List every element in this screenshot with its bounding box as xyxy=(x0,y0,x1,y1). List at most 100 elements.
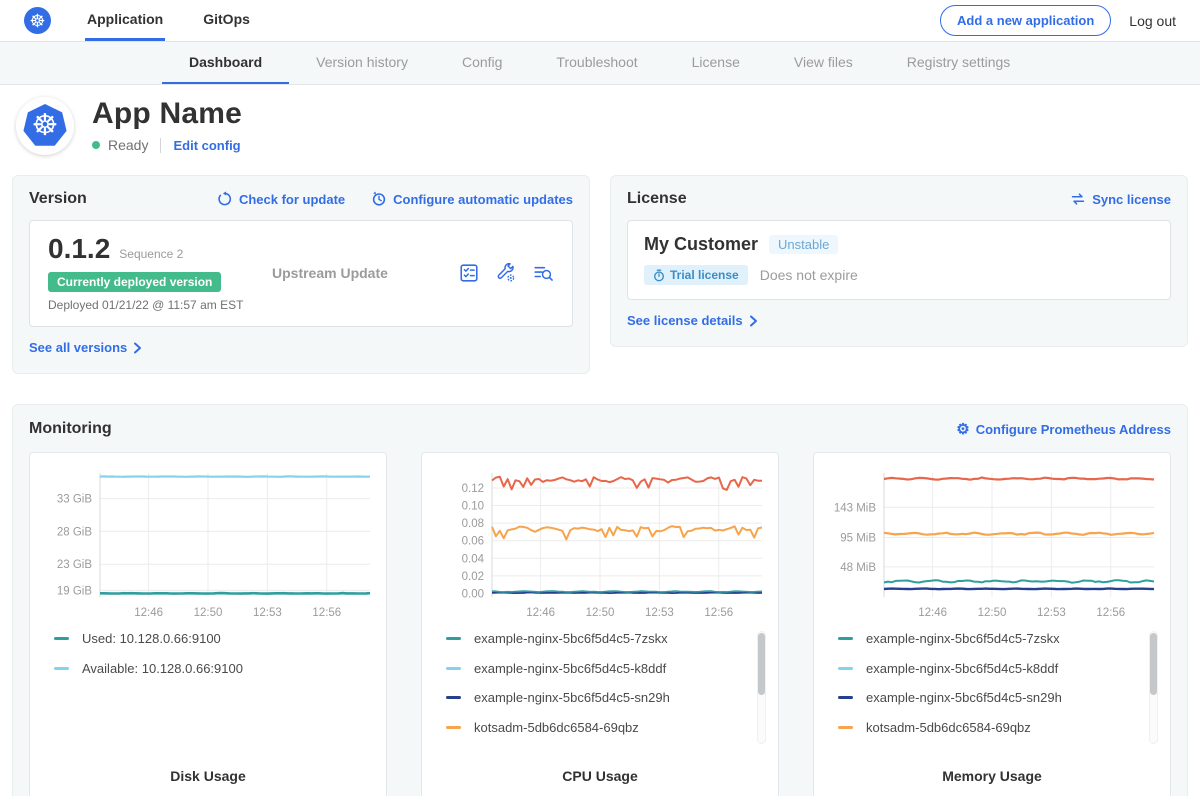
svg-text:12:53: 12:53 xyxy=(1037,607,1066,619)
deploy-logs-icon[interactable] xyxy=(532,262,554,284)
legend-item: Used: 10.128.0.66:9100 xyxy=(54,631,378,646)
version-number: 0.1.2 xyxy=(48,233,110,265)
legend-scrollbar-thumb[interactable] xyxy=(1150,633,1157,695)
sync-license-link[interactable]: Sync license xyxy=(1070,191,1171,207)
legend-item: example-nginx-5bc6f5d4c5-sn29h xyxy=(446,690,770,705)
svg-text:12:53: 12:53 xyxy=(253,607,282,619)
top-navbar: ☸ Application GitOps Add a new applicati… xyxy=(0,0,1200,42)
legend-swatch xyxy=(838,667,853,670)
add-application-button[interactable]: Add a new application xyxy=(940,5,1111,36)
primary-nav: Application GitOps xyxy=(85,0,288,41)
memory-usage-plot[interactable]: 143 MiB95 MiB48 MiB12:4612:5012:5312:56 xyxy=(822,461,1162,629)
tab-config[interactable]: Config xyxy=(435,42,529,84)
check-for-update-link[interactable]: Check for update xyxy=(217,191,345,207)
tab-dashboard[interactable]: Dashboard xyxy=(162,42,289,84)
edit-config-link[interactable]: Edit config xyxy=(173,138,240,153)
legend-item: Available: 10.128.0.66:9100 xyxy=(54,661,378,676)
monitoring-title: Monitoring xyxy=(29,420,112,438)
app-icon: ☸ xyxy=(16,97,74,155)
see-all-versions-link[interactable]: See all versions xyxy=(29,340,142,355)
license-details-card: My Customer Unstable Trial license Does … xyxy=(627,220,1171,300)
svg-text:19 GiB: 19 GiB xyxy=(57,585,92,597)
svg-text:23 GiB: 23 GiB xyxy=(57,559,92,571)
legend-scrollbar[interactable] xyxy=(757,631,766,744)
version-sequence: Sequence 2 xyxy=(119,247,183,261)
config-wrench-icon[interactable] xyxy=(495,262,517,284)
svg-text:12:50: 12:50 xyxy=(978,607,1007,619)
svg-text:0.04: 0.04 xyxy=(462,553,485,565)
tab-registry-settings[interactable]: Registry settings xyxy=(880,42,1037,84)
chart-title: Memory Usage xyxy=(822,768,1162,784)
legend-scrollbar[interactable] xyxy=(1149,631,1158,744)
svg-text:0.08: 0.08 xyxy=(462,518,484,530)
monitoring-panel: Monitoring ⚙ Configure Prometheus Addres… xyxy=(12,404,1188,796)
chart-title: Disk Usage xyxy=(38,768,378,784)
svg-text:12:56: 12:56 xyxy=(704,607,733,619)
configure-automatic-updates-link[interactable]: Configure automatic updates xyxy=(371,191,573,207)
legend-item: example-nginx-5bc6f5d4c5-k8ddf xyxy=(838,661,1162,676)
legend-item: example-nginx-5bc6f5d4c5-7zskx xyxy=(446,631,770,646)
svg-text:95 MiB: 95 MiB xyxy=(840,533,876,545)
svg-text:0.06: 0.06 xyxy=(462,536,484,548)
chart-card-cpu-usage: 0.120.100.080.060.040.020.0012:4612:5012… xyxy=(421,452,779,796)
svg-text:12:56: 12:56 xyxy=(1096,607,1125,619)
kubernetes-app-icon: ☸ xyxy=(23,104,67,148)
deployed-timestamp: Deployed 01/21/22 @ 11:57 am EST xyxy=(48,298,266,312)
svg-text:28 GiB: 28 GiB xyxy=(57,526,92,538)
legend-item: example-nginx-5bc6f5d4c5-7zskx xyxy=(838,631,1162,646)
svg-text:0.02: 0.02 xyxy=(462,571,484,583)
legend-swatch xyxy=(446,726,461,729)
svg-text:0.00: 0.00 xyxy=(462,589,484,601)
version-panel: Version Check for update Configure autom… xyxy=(12,175,590,374)
logout-button[interactable]: Log out xyxy=(1129,13,1176,29)
nav-tab-gitops[interactable]: GitOps xyxy=(201,0,252,41)
chevron-right-icon xyxy=(749,315,758,327)
cards-row: Version Check for update Configure autom… xyxy=(0,175,1200,374)
tab-version-history[interactable]: Version history xyxy=(289,42,435,84)
nav-tab-application[interactable]: Application xyxy=(85,0,165,41)
tab-troubleshoot[interactable]: Troubleshoot xyxy=(529,42,664,84)
tab-license[interactable]: License xyxy=(665,42,767,84)
version-panel-title: Version xyxy=(29,190,87,208)
legend-swatch xyxy=(838,696,853,699)
cpu-usage-legend: example-nginx-5bc6f5d4c5-7zskx example-ng… xyxy=(446,631,770,768)
status-text: Ready xyxy=(108,137,148,153)
svg-text:0.10: 0.10 xyxy=(462,501,484,513)
app-header: ☸ App Name Ready Edit config xyxy=(0,85,1200,165)
configure-prometheus-link[interactable]: ⚙ Configure Prometheus Address xyxy=(956,422,1171,437)
preflight-checks-icon[interactable] xyxy=(458,262,480,284)
version-source: Upstream Update xyxy=(272,265,388,281)
svg-text:143 MiB: 143 MiB xyxy=(834,502,877,514)
see-license-details-link[interactable]: See license details xyxy=(627,313,758,328)
chart-title: CPU Usage xyxy=(430,768,770,784)
divider xyxy=(160,138,161,153)
legend-item: kotsadm-5db6dc6584-69qbz xyxy=(446,720,770,735)
license-panel-title: License xyxy=(627,190,687,208)
legend-item: example-nginx-5bc6f5d4c5-sn29h xyxy=(838,690,1162,705)
navbar-right: Add a new application Log out xyxy=(940,0,1176,41)
chevron-right-icon xyxy=(133,342,142,354)
clock-refresh-icon xyxy=(371,191,387,207)
legend-label: kotsadm-5db6dc6584-69qbz xyxy=(474,720,639,735)
legend-swatch xyxy=(838,637,853,640)
svg-text:12:46: 12:46 xyxy=(526,607,555,619)
cpu-usage-plot[interactable]: 0.120.100.080.060.040.020.0012:4612:5012… xyxy=(430,461,770,629)
svg-text:33 GiB: 33 GiB xyxy=(57,494,92,506)
legend-item: example-nginx-5bc6f5d4c5-k8ddf xyxy=(446,661,770,676)
channel-badge: Unstable xyxy=(769,235,838,254)
svg-text:48 MiB: 48 MiB xyxy=(840,562,876,574)
disk-usage-plot[interactable]: 33 GiB28 GiB23 GiB19 GiB12:4612:5012:531… xyxy=(38,461,378,629)
legend-item: kotsadm-5db6dc6584-69qbz xyxy=(838,720,1162,735)
tab-view-files[interactable]: View files xyxy=(767,42,880,84)
trial-license-badge: Trial license xyxy=(644,265,748,285)
gear-icon: ⚙ xyxy=(956,422,969,437)
refresh-icon xyxy=(217,191,233,207)
legend-label: example-nginx-5bc6f5d4c5-sn29h xyxy=(474,690,670,705)
legend-label: example-nginx-5bc6f5d4c5-sn29h xyxy=(866,690,1062,705)
status-ready-dot xyxy=(92,141,100,149)
legend-scrollbar-thumb[interactable] xyxy=(758,633,765,695)
license-panel: License Sync license My Customer Unstabl… xyxy=(610,175,1188,347)
svg-text:12:56: 12:56 xyxy=(312,607,341,619)
svg-text:12:50: 12:50 xyxy=(586,607,615,619)
page-title: App Name xyxy=(92,97,242,131)
